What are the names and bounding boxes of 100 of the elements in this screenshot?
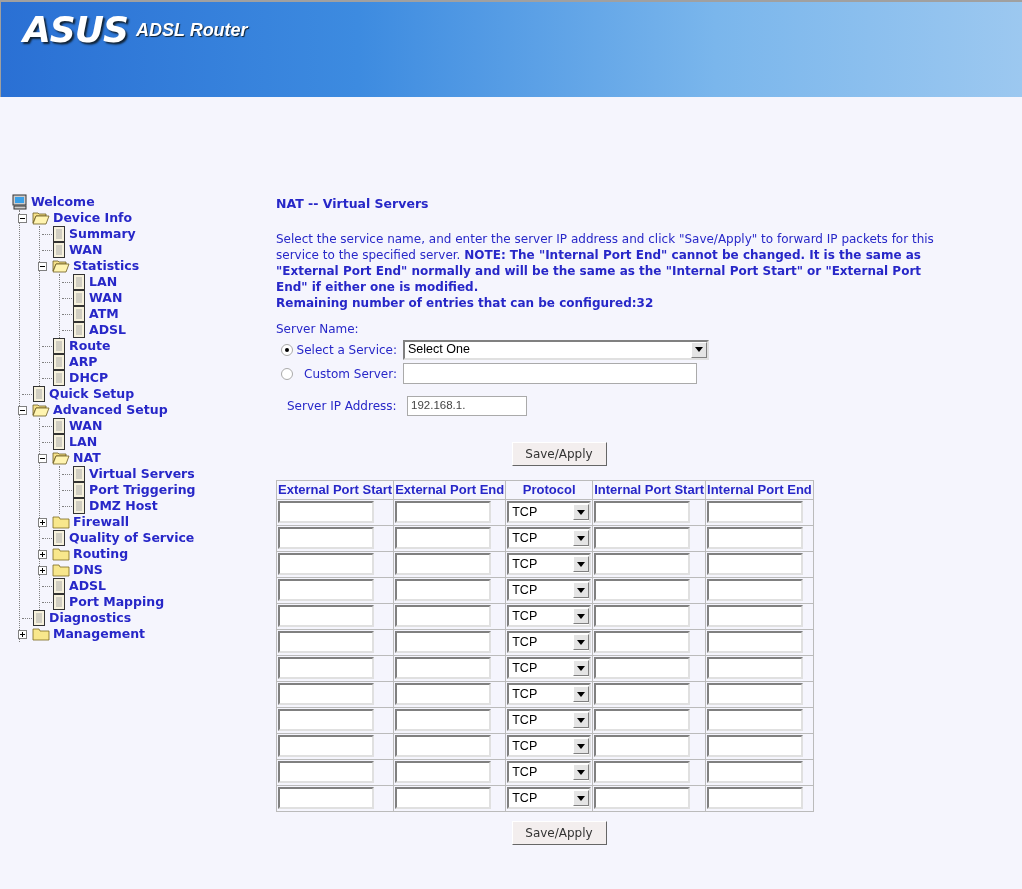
text-field[interactable] bbox=[395, 501, 492, 524]
text-field[interactable] bbox=[395, 683, 492, 706]
tree-item-link[interactable]: LAN bbox=[89, 274, 118, 290]
text-field[interactable] bbox=[594, 657, 691, 680]
server-ip-field[interactable]: 192.168.1. bbox=[407, 395, 527, 416]
text-field[interactable] bbox=[395, 605, 492, 628]
radio-button[interactable] bbox=[281, 343, 293, 356]
tree-item-link[interactable]: Management bbox=[53, 626, 145, 642]
protocol-dropdown[interactable]: TCP bbox=[507, 761, 592, 784]
text-field[interactable] bbox=[278, 605, 374, 628]
text-field[interactable] bbox=[395, 657, 492, 680]
text-field[interactable] bbox=[707, 683, 804, 706]
text-field[interactable] bbox=[395, 761, 492, 784]
collapse-icon[interactable] bbox=[38, 261, 47, 271]
text-field[interactable] bbox=[707, 735, 804, 758]
protocol-dropdown[interactable]: TCP bbox=[507, 787, 592, 810]
collapse-icon[interactable] bbox=[38, 453, 47, 463]
tree-item-link[interactable]: Welcome bbox=[31, 194, 95, 210]
tree-item-link[interactable]: Statistics bbox=[73, 258, 140, 274]
tree-item-link[interactable]: Routing bbox=[73, 546, 129, 562]
text-field[interactable] bbox=[707, 501, 804, 524]
protocol-dropdown[interactable]: TCP bbox=[507, 605, 592, 628]
expand-icon[interactable] bbox=[38, 565, 47, 575]
text-field[interactable] bbox=[278, 761, 374, 784]
text-field[interactable] bbox=[278, 787, 374, 810]
text-field[interactable] bbox=[278, 579, 374, 602]
protocol-dropdown[interactable]: TCP bbox=[507, 631, 592, 654]
text-field[interactable] bbox=[278, 683, 374, 706]
protocol-dropdown[interactable]: TCP bbox=[507, 735, 592, 758]
tree-item-link[interactable]: DNS bbox=[73, 562, 103, 578]
radio-button[interactable] bbox=[281, 367, 293, 380]
tree-item-link[interactable]: Port Mapping bbox=[69, 594, 165, 610]
text-field[interactable] bbox=[707, 579, 804, 602]
tree-item-link[interactable]: DHCP bbox=[69, 370, 109, 386]
text-field[interactable] bbox=[707, 605, 804, 628]
tree-item-link[interactable]: ADSL bbox=[69, 578, 107, 594]
protocol-dropdown[interactable]: TCP bbox=[507, 657, 592, 680]
tree-item-link[interactable]: Diagnostics bbox=[49, 610, 132, 626]
custom-server-field[interactable] bbox=[403, 363, 697, 385]
tree-item-link[interactable]: WAN bbox=[89, 290, 123, 306]
protocol-dropdown[interactable]: TCP bbox=[507, 553, 592, 576]
text-field[interactable] bbox=[395, 735, 492, 758]
expand-icon[interactable] bbox=[18, 629, 27, 639]
text-field[interactable] bbox=[395, 709, 492, 732]
protocol-dropdown[interactable]: TCP bbox=[507, 579, 592, 602]
tree-item-link[interactable]: Firewall bbox=[73, 514, 130, 530]
text-field[interactable] bbox=[395, 579, 492, 602]
tree-item-link[interactable]: Quality of Service bbox=[69, 530, 195, 546]
collapse-icon[interactable] bbox=[18, 405, 27, 415]
text-field[interactable] bbox=[594, 761, 691, 784]
text-field[interactable] bbox=[594, 631, 691, 654]
expand-icon[interactable] bbox=[38, 517, 47, 527]
text-field[interactable] bbox=[707, 631, 804, 654]
text-field[interactable] bbox=[707, 787, 804, 810]
save-apply-button[interactable]: Save/Apply bbox=[511, 441, 607, 466]
text-field[interactable] bbox=[278, 527, 374, 550]
text-field[interactable] bbox=[278, 709, 374, 732]
text-field[interactable] bbox=[707, 553, 804, 576]
text-field[interactable] bbox=[707, 527, 804, 550]
text-field[interactable] bbox=[594, 501, 691, 524]
save-apply-button[interactable]: Save/Apply bbox=[511, 820, 607, 845]
text-field[interactable] bbox=[594, 709, 691, 732]
tree-item-link[interactable]: ATM bbox=[89, 306, 119, 322]
text-field[interactable] bbox=[707, 657, 804, 680]
text-field[interactable] bbox=[594, 527, 691, 550]
collapse-icon[interactable] bbox=[18, 213, 27, 223]
protocol-dropdown[interactable]: TCP bbox=[507, 683, 592, 706]
tree-item-link[interactable]: WAN bbox=[69, 418, 103, 434]
text-field[interactable] bbox=[278, 735, 374, 758]
tree-item-link[interactable]: ARP bbox=[69, 354, 98, 370]
text-field[interactable] bbox=[395, 527, 492, 550]
text-field[interactable] bbox=[395, 631, 492, 654]
text-field[interactable] bbox=[594, 579, 691, 602]
tree-item-link[interactable]: Device Info bbox=[53, 210, 133, 226]
protocol-dropdown[interactable]: TCP bbox=[507, 527, 592, 550]
tree-item-link[interactable]: Route bbox=[69, 338, 111, 354]
tree-item-link[interactable]: WAN bbox=[69, 242, 103, 258]
protocol-dropdown[interactable]: TCP bbox=[507, 709, 592, 732]
tree-item-link[interactable]: Summary bbox=[69, 226, 136, 242]
tree-item-link[interactable]: DMZ Host bbox=[89, 498, 158, 514]
text-field[interactable] bbox=[707, 761, 804, 784]
text-field[interactable] bbox=[278, 631, 374, 654]
tree-item-link[interactable]: Quick Setup bbox=[49, 386, 135, 402]
tree-item-link[interactable]: Virtual Servers bbox=[89, 466, 195, 482]
text-field[interactable] bbox=[594, 787, 691, 810]
text-field[interactable] bbox=[278, 501, 374, 524]
text-field[interactable] bbox=[594, 683, 691, 706]
tree-item-link[interactable]: Advanced Setup bbox=[53, 402, 168, 418]
tree-item-link[interactable]: ADSL bbox=[89, 322, 127, 338]
text-field[interactable] bbox=[707, 709, 804, 732]
tree-item-link[interactable]: NAT bbox=[73, 450, 101, 466]
text-field[interactable] bbox=[395, 553, 492, 576]
text-field[interactable] bbox=[395, 787, 492, 810]
tree-item-link[interactable]: Port Triggering bbox=[89, 482, 196, 498]
text-field[interactable] bbox=[594, 553, 691, 576]
expand-icon[interactable] bbox=[38, 549, 47, 559]
text-field[interactable] bbox=[594, 735, 691, 758]
protocol-dropdown[interactable]: TCP bbox=[507, 501, 592, 524]
text-field[interactable] bbox=[594, 605, 691, 628]
service-dropdown[interactable]: Select One bbox=[403, 339, 709, 360]
